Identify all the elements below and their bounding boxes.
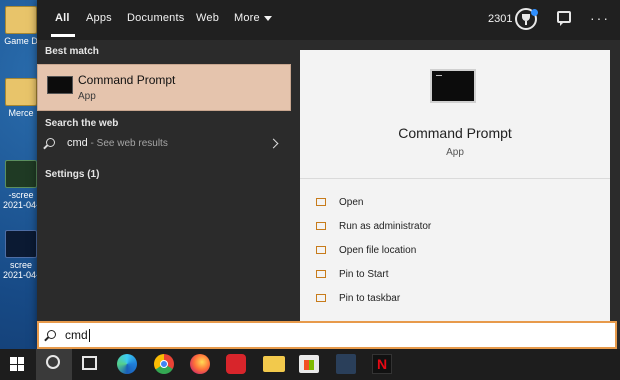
steam-app-icon[interactable] [336, 354, 356, 374]
search-input-text: cmd [65, 328, 90, 343]
netflix-icon[interactable]: N [372, 354, 392, 374]
store-icon[interactable] [299, 355, 319, 373]
windows-start-icon[interactable] [10, 357, 24, 371]
best-match-title: Command Prompt [78, 73, 176, 87]
folder-icon [316, 246, 326, 254]
desktop-icon-game[interactable]: Game D [2, 6, 40, 46]
action-label: Run as administrator [339, 221, 432, 232]
image-file-icon [5, 160, 37, 188]
start-search-panel: All Apps Documents Web More 2301 ··· Bes… [37, 0, 620, 349]
best-match-header: Best match [45, 46, 99, 57]
tab-more-label: More [234, 12, 260, 24]
action-label: Pin to taskbar [339, 293, 401, 304]
search-value: cmd [65, 328, 88, 342]
vpn-app-icon[interactable] [226, 354, 246, 374]
desktop-icon-screenshot-1[interactable]: -scree 2021-04- [2, 160, 40, 210]
notification-badge [531, 9, 538, 16]
preview-subtitle: App [446, 147, 464, 158]
divider [300, 178, 610, 179]
feedback-icon[interactable] [557, 11, 571, 26]
web-result-query: cmd [67, 137, 88, 149]
text-caret [88, 329, 90, 343]
task-view-icon[interactable] [82, 356, 97, 370]
image-file-icon [5, 230, 37, 258]
chrome-icon[interactable] [154, 354, 174, 374]
search-icon [46, 138, 55, 147]
action-label: Pin to Start [339, 269, 389, 280]
taskbar: N [0, 349, 620, 380]
search-scope-bar: All Apps Documents Web More 2301 ··· [37, 0, 620, 40]
desktop-icon-label: scree 2021-04- [2, 260, 40, 280]
shield-icon [316, 222, 326, 230]
chevron-right-icon[interactable] [268, 138, 279, 149]
web-result-hint: - See web results [87, 138, 168, 149]
chevron-down-icon [263, 15, 272, 21]
folder-icon [5, 6, 37, 34]
firefox-icon[interactable] [190, 354, 210, 374]
file-explorer-icon[interactable] [263, 356, 285, 372]
desktop-icon-merce[interactable]: Merce [2, 78, 40, 118]
open-icon [316, 198, 326, 206]
tab-web[interactable]: Web [196, 12, 219, 24]
pin-icon [316, 294, 326, 302]
rewards-points: 2301 [488, 13, 513, 25]
action-label: Open [339, 197, 364, 208]
action-label: Open file location [339, 245, 417, 256]
edge-icon[interactable] [117, 354, 137, 374]
command-prompt-icon [430, 69, 476, 103]
desktop-icon-label: -scree 2021-04- [2, 190, 40, 210]
web-result-text: cmd - See web results [67, 137, 168, 149]
search-input[interactable]: cmd [37, 321, 617, 349]
settings-header[interactable]: Settings (1) [45, 169, 99, 180]
tab-more[interactable]: More [234, 12, 272, 24]
tab-apps[interactable]: Apps [86, 12, 112, 24]
active-tab-indicator [51, 34, 75, 37]
search-web-header: Search the web [45, 118, 119, 129]
search-icon [47, 330, 56, 339]
preview-card: Command Prompt App Open Run as administr… [300, 50, 610, 330]
tab-all[interactable]: All [55, 12, 70, 24]
cortana-icon[interactable] [46, 355, 60, 369]
best-match-item[interactable]: Command Prompt App [37, 64, 291, 111]
best-match-subtitle: App [78, 91, 96, 102]
pin-icon [316, 270, 326, 278]
preview-title: Command Prompt [398, 125, 512, 141]
desktop-icon-label: Merce [8, 108, 34, 118]
tab-documents[interactable]: Documents [127, 12, 184, 24]
desktop-icon-screenshot-2[interactable]: scree 2021-04- [2, 230, 40, 280]
ellipsis-icon[interactable]: ··· [590, 10, 610, 26]
command-prompt-icon [47, 76, 73, 94]
results-list: Best match Command Prompt App Search the… [37, 40, 300, 321]
folder-icon [5, 78, 37, 106]
web-result-item[interactable]: cmd - See web results [37, 132, 291, 156]
desktop-icon-label: Game D [4, 36, 38, 46]
